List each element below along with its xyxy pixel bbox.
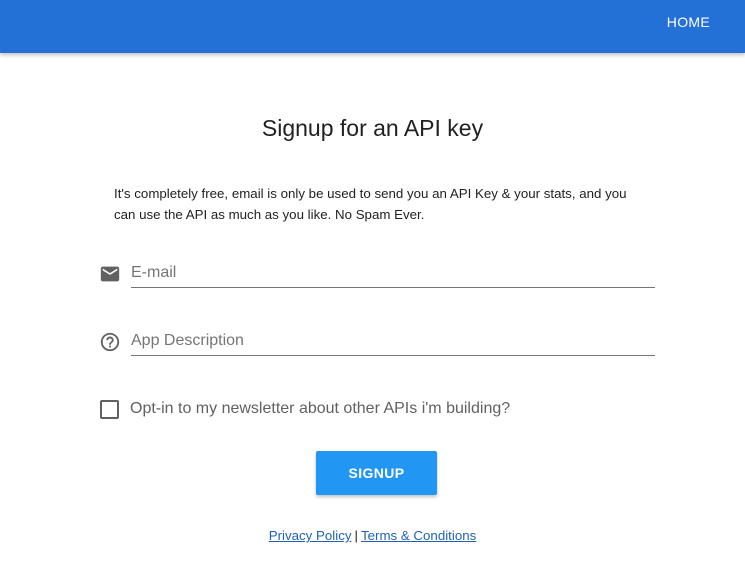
description-field-row: [99, 323, 655, 363]
newsletter-checkbox[interactable]: [100, 399, 119, 419]
nav-home-link[interactable]: HOME: [667, 14, 710, 30]
page-title: Signup for an API key: [261, 115, 484, 141]
newsletter-opt-in: Opt-in to my newsletter about other APIs…: [100, 398, 510, 420]
app-description-input[interactable]: [131, 323, 655, 356]
email-field-row: [99, 255, 655, 295]
privacy-policy-link[interactable]: Privacy Policy: [269, 528, 352, 543]
intro-text: It's completely free, email is only be u…: [114, 186, 627, 222]
signup-button[interactable]: SIGNUP: [316, 451, 437, 495]
help-circle-icon: [99, 331, 121, 353]
email-icon: [99, 263, 121, 285]
terms-link[interactable]: Terms & Conditions: [361, 528, 476, 543]
footer-links: Privacy Policy | Terms & Conditions: [0, 528, 745, 543]
footer-separator: |: [354, 528, 358, 543]
newsletter-label[interactable]: Opt-in to my newsletter about other APIs…: [130, 400, 510, 418]
top-nav-bar: HOME: [0, 0, 745, 53]
email-input[interactable]: [131, 255, 655, 288]
